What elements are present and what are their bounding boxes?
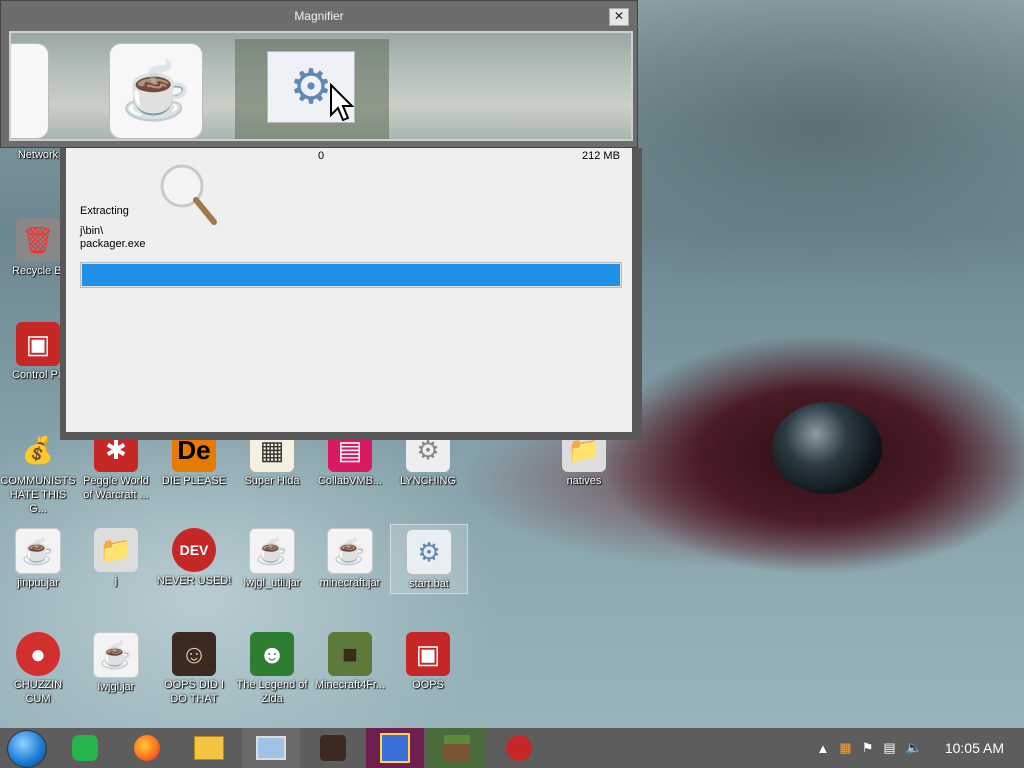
desktop-icon-oops-did-i[interactable]: ☺ OOPS DID I DO THAT [156,632,232,706]
desktop-icon-label: jinput.jar [17,577,59,589]
extract-dialog-body: 0 212 MB Extracting j\bin\ packager.exe [66,148,632,432]
taskbar-app-minecraft[interactable] [428,728,486,768]
java-icon: ☕ [249,528,295,574]
desktop-icon-label: Peggle World of Warcraft ... [83,475,149,501]
magnifier-view: ☕ ⚙ [9,31,633,141]
desktop-icon-chuzzin[interactable]: ● CHUZZIN CUM [0,632,76,706]
desktop-icon-label: start.bat [409,578,449,590]
flag-icon[interactable]: ⚑ [862,740,874,756]
desktop-icon-label: Minecraft4Fr... [314,679,386,691]
size-start-label: 0 [318,150,325,162]
desktop-icon-label: lwjgl.jar [97,681,135,693]
gear-icon: ⚙ [406,529,452,575]
network-icon[interactable]: ▤ [883,740,895,756]
monitor-icon [256,736,286,760]
grass-block-icon: ■ [328,632,372,676]
extract-path-file: packager.exe [80,238,146,250]
portrait-icon: ☺ [172,632,216,676]
desktop-icon-start-bat[interactable]: ⚙ start.bat [390,524,468,594]
chat-app-icon [72,735,98,761]
recycle-bin-icon: 🗑 [16,218,60,262]
control-panel-icon: ▣ [16,322,60,366]
desktop-icon-label: OOPS [412,679,444,691]
desktop-icon-label: CollabVMB... [317,475,383,487]
java-icon: ☕ [15,528,61,574]
wallpaper-droplet [772,402,882,494]
desktop-icon-j[interactable]: 📁 j [78,528,154,588]
extract-progress-bar [80,262,622,288]
oops-icon: ▣ [406,632,450,676]
paint-icon [380,733,410,763]
progress-fill [81,263,621,287]
desktop-icon-label: j [114,575,118,587]
extract-path: j\bin\ packager.exe [80,225,145,251]
cursor-arrow-icon [330,83,355,122]
desktop-icon-label: natives [566,475,602,487]
desktop-icon-never-used[interactable]: DEV NEVER USED! [156,528,232,588]
desktop-icon-lwjgl-jar[interactable]: ☕ lwjgl.jar [78,632,154,694]
magnifier-window[interactable]: Magnifier ✕ ☕ ⚙ [0,0,638,148]
close-button[interactable]: ✕ [609,8,629,26]
desktop-icon-communists[interactable]: 💰 COMMUNISTS HATE THIS G... [0,428,76,516]
taskbar-app-desktop-settings[interactable] [242,728,300,768]
radiation-icon [506,735,532,761]
java-icon [11,43,49,139]
zelda-icon: ☻ [250,632,294,676]
desktop-icon-label: LYNCHING [399,475,457,487]
desktop-icon-minecraft4free[interactable]: ■ Minecraft4Fr... [312,632,388,692]
desktop-icon-label: OOPS DID I DO THAT [164,679,224,705]
java-icon: ☕ [109,43,203,139]
taskbar-app-firefox[interactable] [118,728,176,768]
taskbar-app-portrait[interactable] [304,728,362,768]
firefox-icon [134,735,160,761]
money-bag-icon: 💰 [21,434,55,465]
extract-path-dir: j\bin\ [80,225,104,237]
desktop-icon-label: Super Hlda [244,475,300,487]
desktop-icon-label: minecraft.jar [319,577,381,589]
desktop-icon-label: lwjgl_util.jar [243,577,301,589]
java-update-icon[interactable]: ▦ [839,740,851,756]
portrait-icon [320,735,346,761]
desktop-icon-legend-of-zlda[interactable]: ☻ The Legend of Zlda [234,632,310,706]
magnifier-title: Magnifier [294,9,344,23]
taskbar-app-radiation[interactable] [490,728,548,768]
extracting-status: Extracting [80,205,129,217]
volume-icon[interactable]: 🔈 [906,740,922,756]
desktop-icon-label: The Legend of Zlda [236,679,308,705]
desktop-icon-label: COMMUNISTS HATE THIS G... [0,475,76,515]
desktop-icon-oops[interactable]: ▣ OOPS [390,632,466,692]
grass-block-icon [444,735,470,761]
desktop-icon-lwjgl-util-jar[interactable]: ☕ lwjgl_util.jar [234,528,310,590]
java-icon: ☕ [93,632,139,678]
extract-dialog: 0 212 MB Extracting j\bin\ packager.exe [60,148,642,440]
desktop-icon-minecraft-jar[interactable]: ☕ minecraft.jar [312,528,388,590]
start-button[interactable] [7,730,47,768]
size-end-label: 212 MB [582,150,620,162]
clock[interactable]: 10:05 AM [945,740,1004,756]
desktop-icon-label: CHUZZIN CUM [13,679,63,705]
desktop-icon-jinput-jar[interactable]: ☕ jinput.jar [0,528,76,590]
dev-cpp-icon: DEV [172,528,216,572]
taskbar-app-chat[interactable] [56,728,114,768]
chevron-up-icon[interactable]: ▲ [817,741,830,756]
chuzzle-icon: ● [16,632,60,676]
system-tray: ▲ ▦ ⚑ ▤ 🔈 10:05 AM [812,728,1024,768]
taskbar-app-paint[interactable] [366,728,424,768]
folder-icon [194,736,224,760]
desktop-icon-label: DIE PLEASE [161,475,227,487]
java-icon: ☕ [327,528,373,574]
desktop-icon-label: NEVER USED! [156,575,232,587]
taskbar: ▲ ▦ ⚑ ▤ 🔈 10:05 AM [0,728,1024,768]
folder-icon: 📁 [94,528,138,572]
taskbar-app-explorer[interactable] [180,728,238,768]
magnifier-glass-icon[interactable] [156,160,226,230]
